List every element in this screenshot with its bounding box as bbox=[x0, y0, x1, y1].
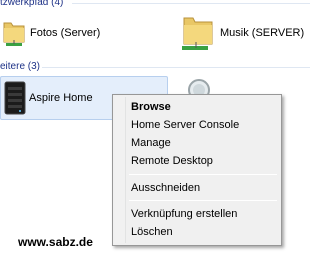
item-label: Fotos (Server) bbox=[30, 27, 101, 39]
menu-separator bbox=[129, 174, 277, 175]
group-header-other[interactable]: eitere (3) bbox=[0, 61, 40, 72]
menu-item-cut[interactable]: Ausschneiden bbox=[131, 180, 200, 196]
network-folder-icon bbox=[180, 14, 213, 50]
explorer-content: tzwerkpfad (4) Fotos (Server) Musik (SER… bbox=[0, 0, 310, 263]
watermark: www.sabz.de bbox=[18, 235, 93, 249]
item-label: Aspire Home bbox=[29, 92, 93, 104]
network-drive-musik[interactable]: Musik (SERVER) bbox=[180, 14, 310, 54]
home-server-icon bbox=[4, 81, 26, 118]
network-drive-fotos[interactable]: Fotos (Server) bbox=[0, 14, 110, 54]
menu-item-remote-desktop[interactable]: Remote Desktop bbox=[131, 153, 213, 169]
context-menu: Browse Home Server Console Manage Remote… bbox=[112, 94, 282, 246]
menu-item-create-shortcut[interactable]: Verknüpfung erstellen bbox=[131, 206, 237, 222]
menu-separator bbox=[129, 200, 277, 201]
network-folder-icon bbox=[2, 18, 26, 46]
group-header-label: eitere (3) bbox=[0, 61, 41, 72]
context-menu-gutter bbox=[115, 97, 126, 243]
menu-item-browse[interactable]: Browse bbox=[131, 99, 171, 115]
group-divider bbox=[42, 67, 310, 68]
menu-item-delete[interactable]: Löschen bbox=[131, 224, 173, 240]
group-divider bbox=[72, 3, 310, 4]
group-header-label: tzwerkpfad (4) bbox=[0, 0, 64, 8]
menu-item-manage[interactable]: Manage bbox=[131, 135, 171, 151]
menu-item-home-server-console[interactable]: Home Server Console bbox=[131, 117, 239, 133]
group-header-network-locations[interactable]: tzwerkpfad (4) bbox=[0, 0, 63, 8]
item-label: Musik (SERVER) bbox=[220, 27, 305, 39]
